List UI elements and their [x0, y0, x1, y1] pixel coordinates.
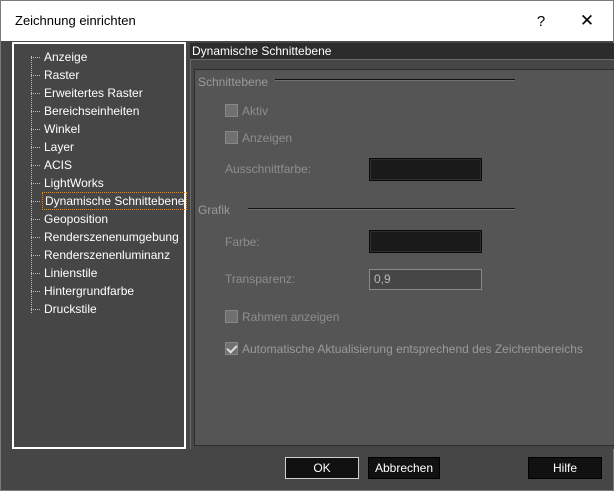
- close-icon: ✕: [579, 11, 595, 30]
- tree-item-label: Druckstile: [44, 302, 97, 316]
- ausschnittfarbe-label: Ausschnittfarbe:: [225, 162, 312, 176]
- tree-item-anzeige[interactable]: Anzeige: [14, 48, 184, 66]
- tree-item-label: Hintergrundfarbe: [44, 284, 135, 298]
- tree-item-renderszenenluminanz[interactable]: Renderszenenluminanz: [14, 246, 184, 264]
- settings-tree: Anzeige Raster Erweitertes Raster Bereic…: [12, 42, 188, 449]
- tree-item-erweitertes-raster[interactable]: Erweitertes Raster: [14, 84, 184, 102]
- rahmen-anzeigen-label: Rahmen anzeigen: [242, 310, 340, 324]
- tree-item-linienstile[interactable]: Linienstile: [14, 264, 184, 282]
- cancel-button[interactable]: Abbrechen: [368, 457, 440, 479]
- tree-item-bereichseinheiten[interactable]: Bereichseinheiten: [14, 102, 184, 120]
- tree-item-label: Layer: [44, 140, 75, 154]
- help-button[interactable]: Hilfe: [528, 457, 602, 479]
- auto-update-checkbox[interactable]: [225, 342, 238, 355]
- dialog-title: Zeichnung einrichten: [15, 13, 136, 28]
- aktiv-checkbox[interactable]: [225, 104, 238, 117]
- farbe-label: Farbe:: [225, 235, 260, 249]
- tree-item-winkel[interactable]: Winkel: [14, 120, 184, 138]
- aktiv-label: Aktiv: [242, 104, 269, 118]
- group-label-grafik: Grafik: [198, 203, 231, 217]
- tree-item-hintergrundfarbe[interactable]: Hintergrundfarbe: [14, 282, 184, 300]
- tree-item-label: Anzeige: [44, 50, 88, 64]
- tree-item-lightworks[interactable]: LightWorks: [14, 174, 184, 192]
- tree-item-geoposition[interactable]: Geoposition: [14, 210, 184, 228]
- tree-item-label: Erweitertes Raster: [44, 86, 143, 100]
- tree-item-label: ACIS: [44, 158, 73, 172]
- anzeigen-checkbox[interactable]: [225, 131, 238, 144]
- tree-item-label: Linienstile: [44, 266, 98, 280]
- tree-item-layer[interactable]: Layer: [14, 138, 184, 156]
- group-label-schnittebene: Schnittebene: [198, 75, 269, 89]
- panel-header: Dynamische Schnittebene: [190, 43, 614, 59]
- settings-panel-content: [194, 69, 614, 446]
- tree-item-renderszenenumgebung[interactable]: Renderszenenumgebung: [14, 228, 184, 246]
- tree-item-label: Renderszenenluminanz: [44, 248, 171, 262]
- tree-item-acis[interactable]: ACIS: [14, 156, 184, 174]
- tree-item-label: Raster: [44, 68, 80, 82]
- rahmen-anzeigen-checkbox[interactable]: [225, 310, 238, 323]
- tree-item-label: LightWorks: [44, 176, 104, 190]
- ok-button[interactable]: OK: [285, 457, 359, 479]
- tree-item-label: Geoposition: [44, 212, 109, 226]
- tree-item-label: Dynamische Schnittebene: [42, 192, 188, 210]
- group-divider: [248, 208, 515, 210]
- auto-update-label: Automatische Aktualisierung entsprechend…: [242, 342, 583, 356]
- ausschnittfarbe-color-picker[interactable]: [369, 158, 482, 181]
- transparenz-input[interactable]: 0,9: [369, 269, 482, 290]
- question-mark-icon: ?: [536, 12, 546, 30]
- tree-item-label: Bereichseinheiten: [44, 104, 140, 118]
- group-divider: [275, 79, 515, 81]
- help-title-button[interactable]: ?: [518, 1, 564, 41]
- title-bar: Zeichnung einrichten ? ✕: [1, 1, 613, 41]
- farbe-color-picker[interactable]: [369, 230, 482, 253]
- anzeigen-label: Anzeigen: [242, 131, 293, 145]
- tree-item-druckstile[interactable]: Druckstile: [14, 300, 184, 318]
- transparenz-label: Transparenz:: [225, 272, 296, 286]
- setup-drawing-dialog: Zeichnung einrichten ? ✕ Anzeige Raster …: [0, 0, 614, 491]
- tree-item-label: Renderszenenumgebung: [44, 230, 179, 244]
- tree-item-label: Winkel: [44, 122, 81, 136]
- tree-item-raster[interactable]: Raster: [14, 66, 184, 84]
- close-button[interactable]: ✕: [564, 1, 610, 41]
- tree-item-dynamische-schnittebene[interactable]: Dynamische Schnittebene: [14, 192, 188, 210]
